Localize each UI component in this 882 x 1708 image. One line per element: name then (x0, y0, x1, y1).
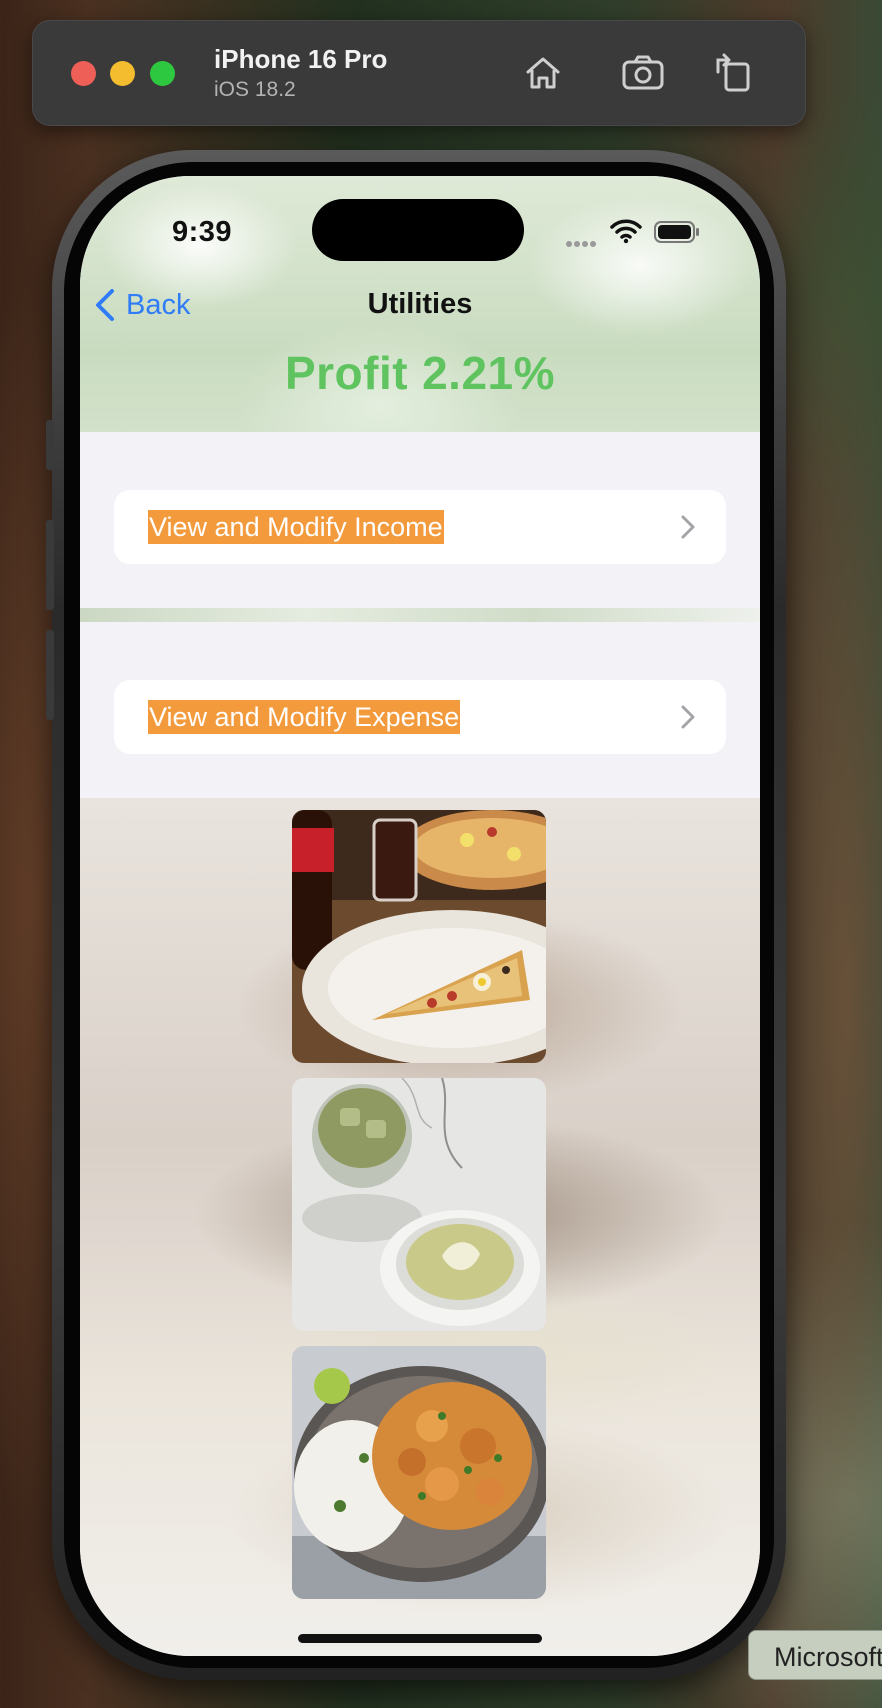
view-modify-income-row[interactable]: View and Modify Income (114, 490, 726, 564)
wifi-icon (610, 219, 642, 244)
device-os-version: iOS 18.2 (214, 78, 296, 101)
simulator-toolbar (32, 20, 806, 126)
page-title: Utilities (367, 288, 473, 320)
screenshot-button[interactable] (620, 50, 666, 96)
window-minimize-button[interactable] (110, 61, 135, 86)
profit-label: Profit (284, 347, 409, 399)
cellular-signal-icon (566, 234, 602, 247)
volume-down-button (46, 630, 54, 720)
curry-rice-photo (292, 1346, 546, 1599)
home-button[interactable] (520, 50, 566, 96)
dynamic-island (312, 199, 524, 261)
camera-icon (622, 55, 664, 90)
pizza-photo (292, 810, 546, 1063)
chevron-right-icon (681, 515, 695, 539)
device-name: iPhone 16 Pro (214, 44, 388, 74)
matcha-latte-photo (292, 1078, 546, 1331)
app-tooltip: Microsoft (748, 1630, 882, 1680)
section-divider (80, 608, 760, 622)
volume-up-button (46, 520, 54, 610)
status-time: 9:39 (172, 216, 233, 248)
rotate-icon (716, 53, 750, 92)
view-modify-expense-row[interactable]: View and Modify Expense (114, 680, 726, 754)
profit-value: 2.21% (422, 347, 556, 399)
window-close-button[interactable] (71, 61, 96, 86)
phone-screen: 9:39 Back Utilities Profit 2.21% View and… (80, 176, 760, 1656)
battery-icon (654, 221, 699, 243)
home-indicator[interactable] (298, 1634, 542, 1643)
profit-summary: Profit 2.21% (80, 346, 760, 400)
home-icon (526, 57, 560, 89)
window-zoom-button[interactable] (150, 61, 175, 86)
chevron-right-icon (681, 705, 695, 729)
rotate-button[interactable] (710, 50, 756, 96)
expense-row-label: View and Modify Expense (148, 700, 461, 734)
action-button (46, 420, 54, 470)
income-row-label: View and Modify Income (148, 510, 444, 544)
